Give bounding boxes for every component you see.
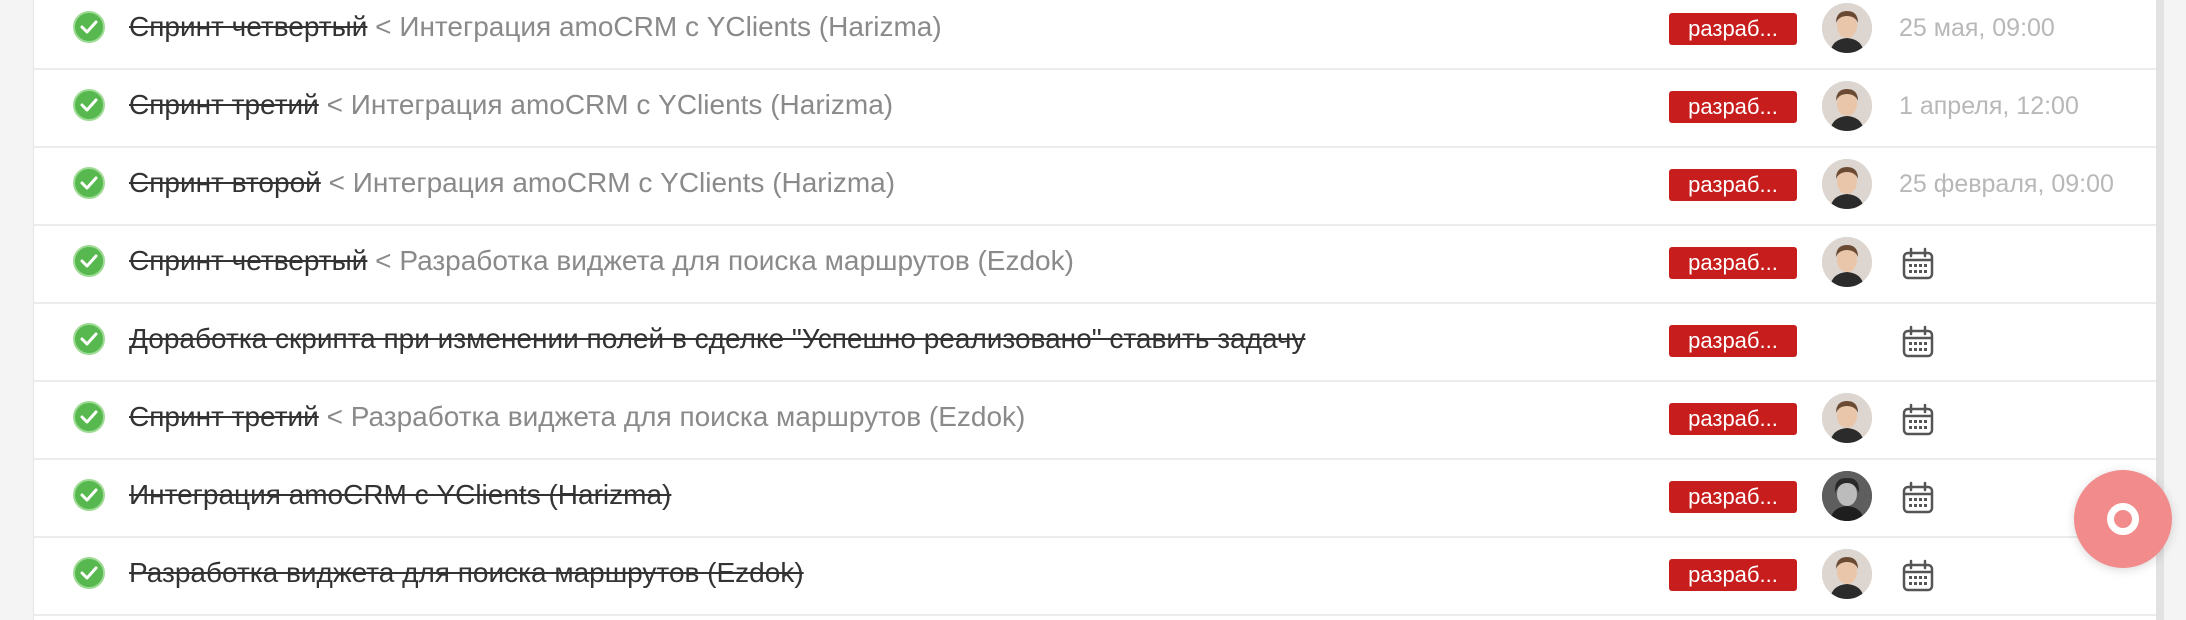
avatar[interactable]: [1822, 3, 1872, 53]
task-row[interactable]: Разработка виджета для поиска маршрутов …: [34, 539, 2157, 616]
task-date[interactable]: 25 февраля, 09:00: [1899, 166, 2114, 202]
support-button[interactable]: [2074, 470, 2172, 568]
task-title[interactable]: Спринт четвертый < Интеграция amoCRM с Y…: [129, 7, 942, 47]
task-name[interactable]: Спринт четвертый: [129, 11, 367, 42]
task-tag[interactable]: разраб...: [1669, 481, 1797, 513]
task-title[interactable]: Интеграция amoCRM с YClients (Harizma): [129, 475, 671, 515]
task-row[interactable]: Спринт второй < Интеграция amoCRM с YCli…: [34, 149, 2157, 226]
calendar-icon[interactable]: [1901, 325, 1935, 359]
task-tag[interactable]: разраб...: [1669, 559, 1797, 591]
task-parent[interactable]: < Интеграция amoCRM с YClients (Harizma): [367, 11, 942, 42]
check-circle-icon[interactable]: [73, 557, 105, 589]
task-parent[interactable]: < Интеграция amoCRM с YClients (Harizma): [319, 89, 894, 120]
check-circle-icon[interactable]: [73, 479, 105, 511]
task-row[interactable]: Интеграция amoCRM с YClients (Harizma) р…: [34, 461, 2157, 538]
task-parent[interactable]: < Интеграция amoCRM с YClients (Harizma): [321, 167, 896, 198]
task-row[interactable]: Доработка скрипта при изменении полей в …: [34, 305, 2157, 382]
task-name[interactable]: Спринт третий: [129, 401, 319, 432]
task-name[interactable]: Интеграция amoCRM с YClients (Harizma): [129, 479, 671, 510]
avatar[interactable]: [1822, 549, 1872, 599]
task-title[interactable]: Спринт третий < Интеграция amoCRM с YCli…: [129, 85, 893, 125]
task-name[interactable]: Разработка виджета для поиска маршрутов …: [129, 557, 804, 588]
task-parent[interactable]: < Разработка виджета для поиска маршруто…: [319, 401, 1026, 432]
avatar[interactable]: [1822, 393, 1872, 443]
check-circle-icon[interactable]: [73, 245, 105, 277]
avatar[interactable]: [1822, 471, 1872, 521]
task-name[interactable]: Спринт третий: [129, 89, 319, 120]
task-name[interactable]: Спринт второй: [129, 167, 321, 198]
avatar[interactable]: [1822, 237, 1872, 287]
task-tag[interactable]: разраб...: [1669, 169, 1797, 201]
task-title[interactable]: Разработка виджета для поиска маршрутов …: [129, 553, 804, 593]
task-parent[interactable]: < Разработка виджета для поиска маршруто…: [367, 245, 1074, 276]
check-circle-icon[interactable]: [73, 167, 105, 199]
check-circle-icon[interactable]: [73, 323, 105, 355]
task-row[interactable]: Спринт четвертый < Интеграция amoCRM с Y…: [34, 0, 2157, 70]
lifebuoy-icon: [2107, 503, 2139, 535]
task-list: Спринт четвертый < Интеграция amoCRM с Y…: [33, 0, 2157, 620]
task-name[interactable]: Спринт четвертый: [129, 245, 367, 276]
task-row[interactable]: Спринт третий < Интеграция amoCRM с YCli…: [34, 71, 2157, 148]
task-title[interactable]: Доработка скрипта при изменении полей в …: [129, 319, 1306, 359]
check-circle-icon[interactable]: [73, 89, 105, 121]
task-title[interactable]: Спринт третий < Разработка виджета для п…: [129, 397, 1025, 437]
task-row[interactable]: Спринт четвертый < Разработка виджета дл…: [34, 227, 2157, 304]
calendar-icon[interactable]: [1901, 481, 1935, 515]
calendar-icon[interactable]: [1901, 559, 1935, 593]
task-tag[interactable]: разраб...: [1669, 91, 1797, 123]
calendar-icon[interactable]: [1901, 247, 1935, 281]
task-title[interactable]: Спринт четвертый < Разработка виджета дл…: [129, 241, 1074, 281]
task-title[interactable]: Спринт второй < Интеграция amoCRM с YCli…: [129, 163, 895, 203]
check-circle-icon[interactable]: [73, 401, 105, 433]
calendar-icon[interactable]: [1901, 403, 1935, 437]
task-tag[interactable]: разраб...: [1669, 325, 1797, 357]
task-tag[interactable]: разраб...: [1669, 403, 1797, 435]
task-date[interactable]: 1 апреля, 12:00: [1899, 88, 2079, 124]
check-circle-icon[interactable]: [73, 11, 105, 43]
task-tag[interactable]: разраб...: [1669, 13, 1797, 45]
avatar[interactable]: [1822, 159, 1872, 209]
task-date[interactable]: 25 мая, 09:00: [1899, 10, 2055, 46]
task-tag[interactable]: разраб...: [1669, 247, 1797, 279]
task-name[interactable]: Доработка скрипта при изменении полей в …: [129, 323, 1306, 354]
avatar[interactable]: [1822, 81, 1872, 131]
task-row[interactable]: Спринт третий < Разработка виджета для п…: [34, 383, 2157, 460]
